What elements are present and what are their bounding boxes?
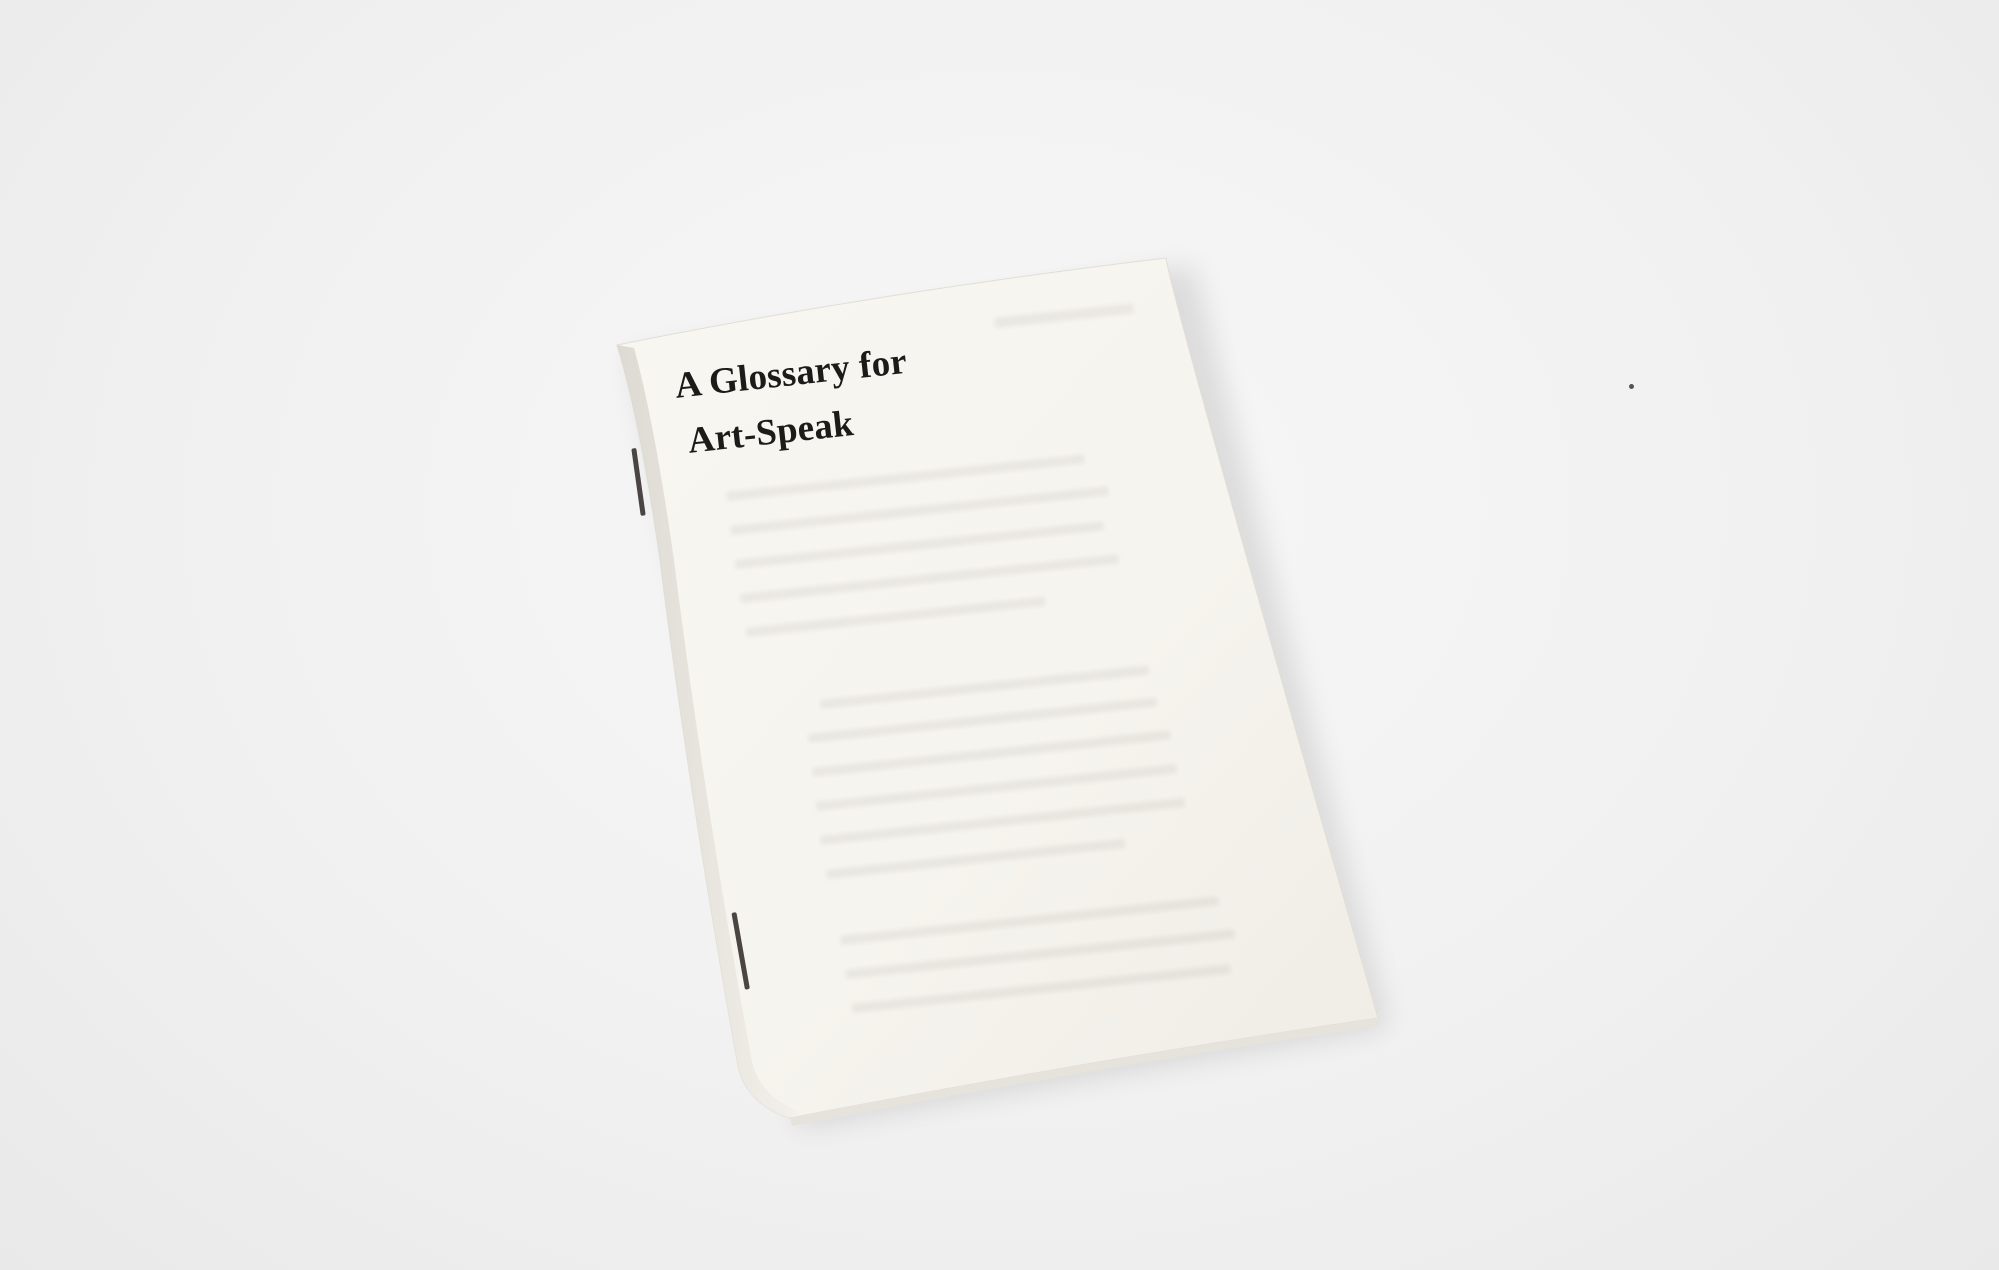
- booklet: [616, 257, 1380, 1126]
- dust-speck: [1629, 384, 1634, 389]
- photo-scene: A Glossary for Art-Speak: [0, 0, 1999, 1270]
